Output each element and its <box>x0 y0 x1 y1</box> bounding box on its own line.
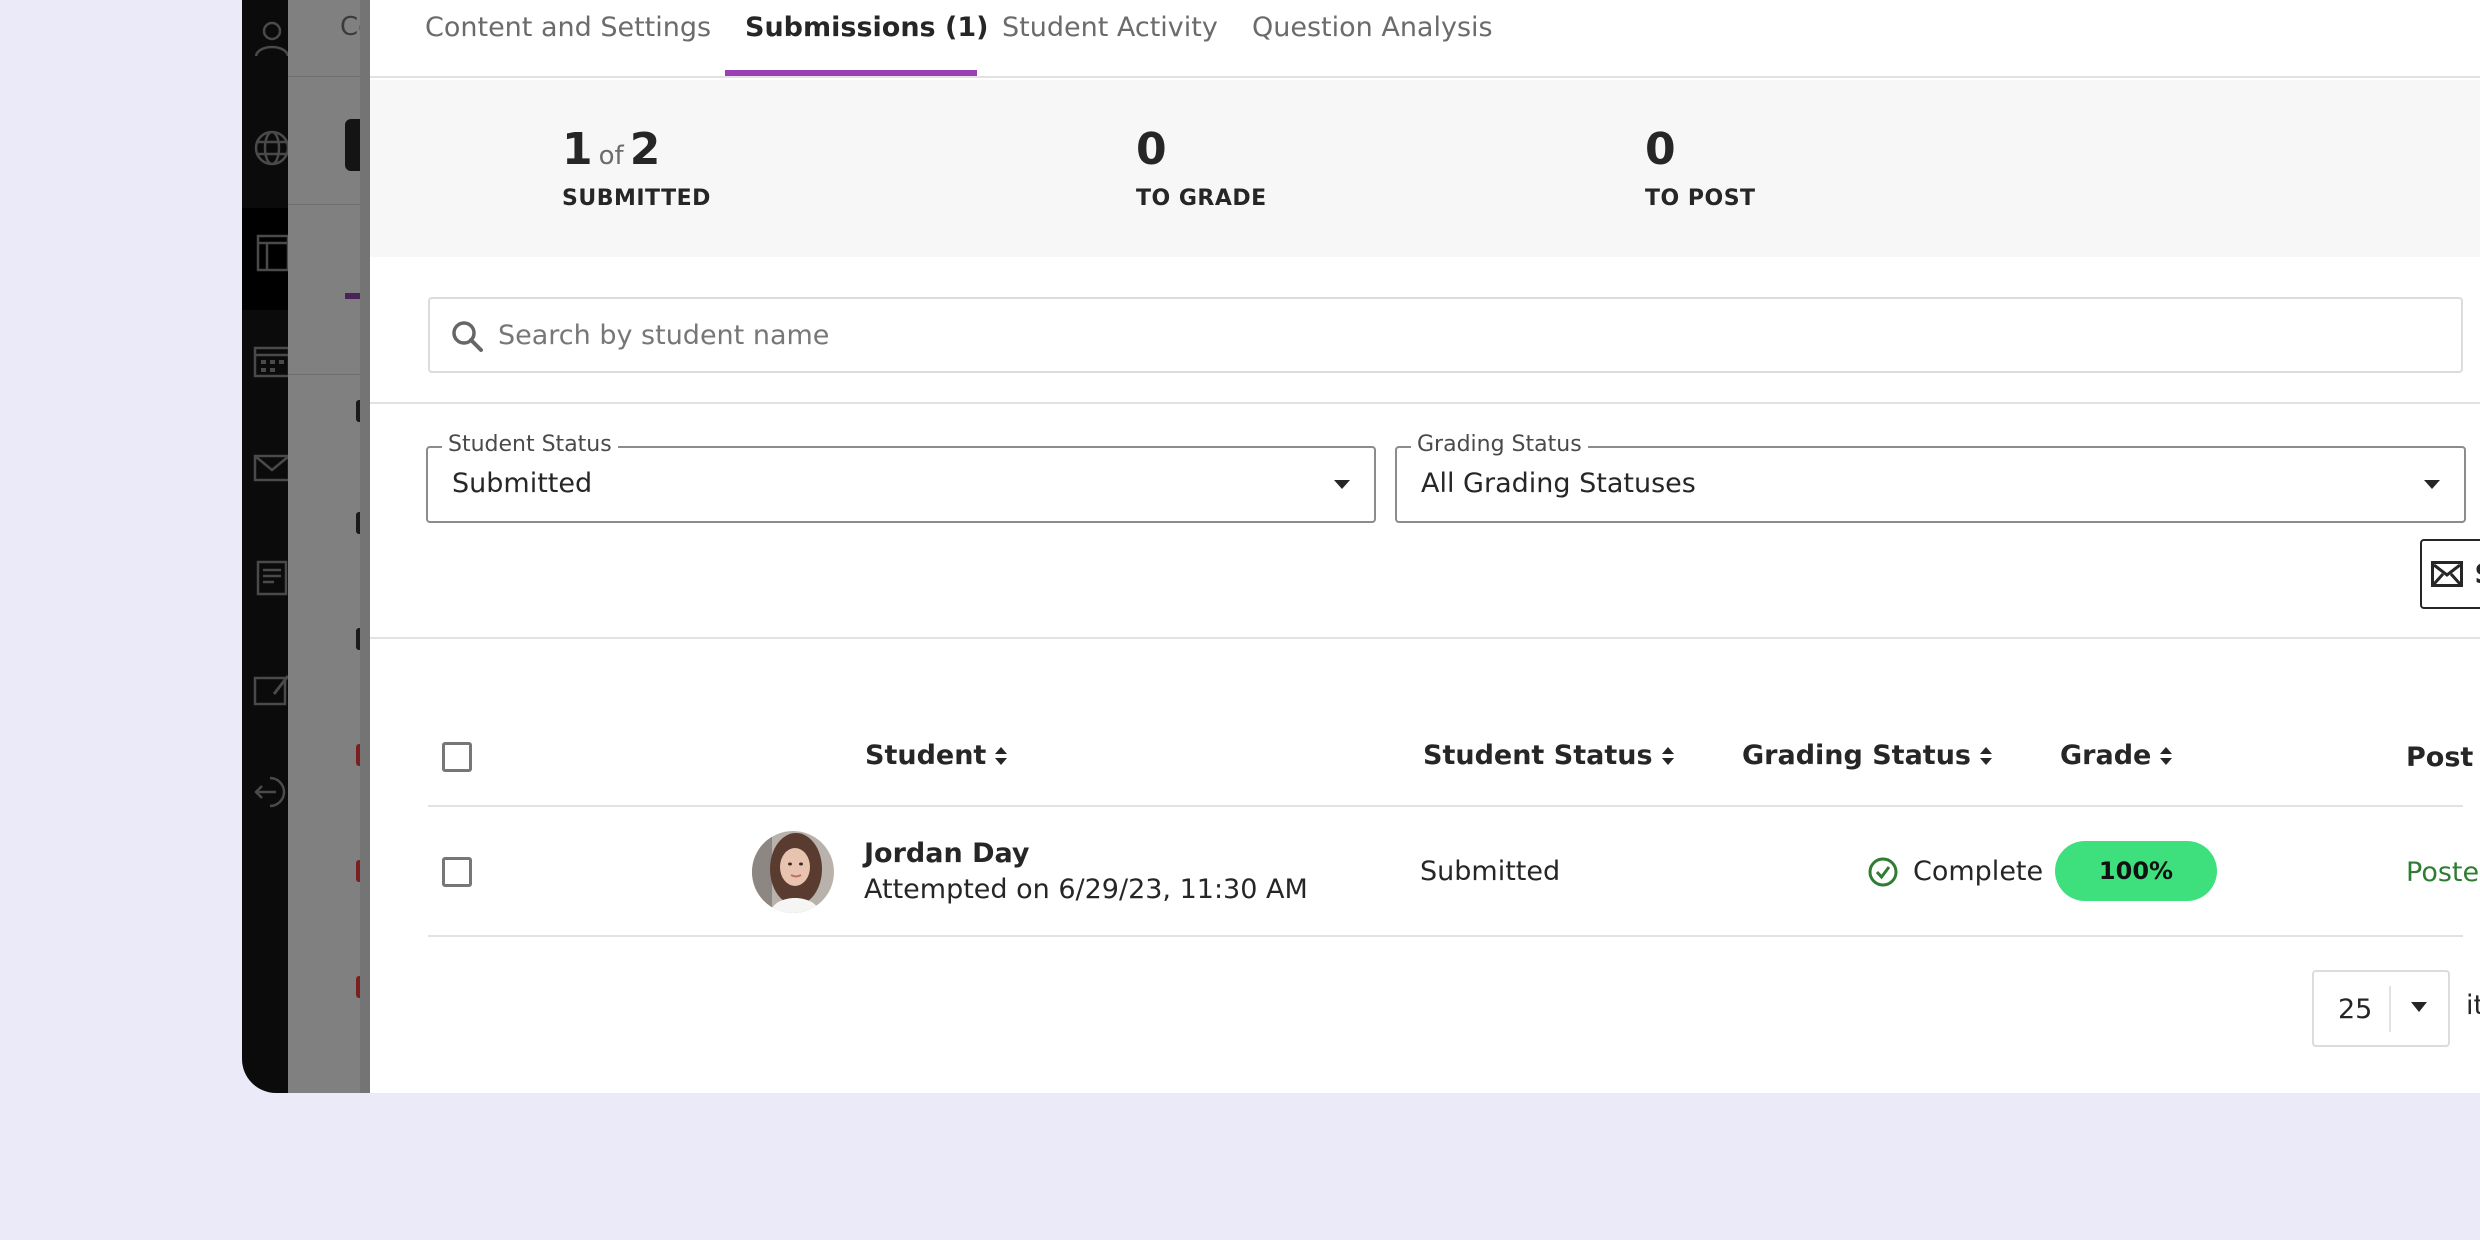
column-header-student-status[interactable]: Student Status <box>1423 740 1675 771</box>
tab-question-analysis[interactable]: Question Analysis <box>1252 12 1493 43</box>
grade-value: 100% <box>2098 857 2174 885</box>
app-window: Co Content and Settings Submissions (1) … <box>242 0 2480 1093</box>
grading-status-value: All Grading Statuses <box>1421 468 1696 499</box>
background-divider <box>288 204 360 205</box>
row-select-checkbox[interactable] <box>442 857 472 887</box>
tab-content-and-settings[interactable]: Content and Settings <box>425 12 711 43</box>
column-header-grading-status[interactable]: Grading Status <box>1742 740 1993 771</box>
grading-status-select[interactable]: Grading Status All Grading Statuses <box>1395 432 2466 523</box>
submitted-label: SUBMITTED <box>562 186 711 211</box>
edit-icon[interactable] <box>252 668 292 708</box>
tab-submissions[interactable]: Submissions (1) <box>745 12 989 43</box>
items-per-page-select[interactable]: 25 <box>2312 970 2450 1047</box>
student-avatar <box>752 831 834 913</box>
submitted-of: of <box>598 141 624 171</box>
stat-submitted: 1 of 2 SUBMITTED <box>562 128 711 212</box>
user-icon[interactable] <box>252 18 292 58</box>
section-divider <box>370 637 2480 639</box>
post-status-cell: Posted <box>2406 857 2480 888</box>
chevron-down-icon <box>2424 480 2440 489</box>
to-grade-label: TO GRADE <box>1136 186 1267 211</box>
background-sidebar <box>242 0 291 1093</box>
check-circle-icon <box>1868 857 1898 887</box>
overlay-shadow-strip <box>360 0 370 1093</box>
send-message-button[interactable]: Send Message <box>2420 539 2480 609</box>
to-grade-count: 0 <box>1136 124 1167 175</box>
student-search <box>428 297 2463 373</box>
chevron-down-icon <box>2411 1002 2427 1012</box>
submitted-total: 2 <box>629 124 661 175</box>
stat-to-post: 0 TO POST <box>1645 124 1756 212</box>
column-header-grade[interactable]: Grade <box>2060 740 2173 771</box>
student-name[interactable]: Jordan Day <box>864 838 1029 869</box>
sort-icon <box>1661 746 1674 765</box>
student-status-select[interactable]: Student Status Submitted <box>426 432 1376 523</box>
column-header-student-status-label: Student Status <box>1423 740 1653 771</box>
sign-out-icon[interactable] <box>252 772 292 812</box>
sort-icon <box>995 746 1008 765</box>
items-per-page-label: items per page <box>2466 990 2480 1021</box>
submitted-count: 1 <box>562 124 593 175</box>
chevron-down-icon <box>1334 480 1350 489</box>
to-post-count: 0 <box>1645 124 1676 175</box>
grades-icon[interactable] <box>252 558 292 598</box>
student-status-cell: Submitted <box>1420 856 1561 887</box>
column-header-grading-status-label: Grading Status <box>1742 740 1971 771</box>
sort-icon <box>2160 746 2173 765</box>
submissions-panel: Content and Settings Submissions (1) Stu… <box>370 0 2480 1093</box>
grading-status-cell: Complete <box>1913 856 2044 887</box>
send-message-label: Send Message <box>2475 559 2480 590</box>
courses-icon[interactable] <box>252 232 292 272</box>
select-separator <box>2389 986 2391 1032</box>
column-header-student-label: Student <box>865 740 987 771</box>
header-row-divider <box>428 805 2463 807</box>
column-header-post-label: Post <box>2406 742 2474 773</box>
mail-icon <box>2430 561 2463 587</box>
background-divider <box>288 374 360 375</box>
background-divider <box>288 76 360 77</box>
grading-status-label: Grading Status <box>1411 432 1588 457</box>
search-input[interactable] <box>498 299 2398 371</box>
active-tab-indicator <box>725 70 977 76</box>
row-divider <box>428 935 2463 937</box>
search-icon <box>452 321 483 352</box>
globe-icon[interactable] <box>252 128 292 168</box>
student-status-label: Student Status <box>442 432 618 457</box>
messages-icon[interactable] <box>252 448 292 488</box>
stat-to-grade: 0 TO GRADE <box>1136 124 1267 212</box>
column-header-post[interactable]: Post <box>2406 742 2480 773</box>
tab-bar: Content and Settings Submissions (1) Stu… <box>370 0 2480 78</box>
tab-student-activity[interactable]: Student Activity <box>1002 12 1218 43</box>
attempt-date: Attempted on 6/29/23, 11:30 AM <box>864 874 1308 905</box>
sort-icon <box>1980 746 1992 765</box>
section-divider <box>370 402 2480 404</box>
grade-pill[interactable]: 100% <box>2055 841 2217 901</box>
column-header-grade-label: Grade <box>2060 740 2152 771</box>
column-header-student[interactable]: Student <box>865 740 1008 771</box>
select-all-checkbox[interactable] <box>442 742 472 772</box>
to-post-label: TO POST <box>1645 186 1756 211</box>
submission-stats: 1 of 2 SUBMITTED 0 TO GRADE 0 TO POST <box>370 80 2480 257</box>
calendar-icon[interactable] <box>252 340 292 380</box>
background-overlay[interactable]: Co <box>288 0 375 1093</box>
student-status-value: Submitted <box>452 468 593 499</box>
items-per-page-value: 25 <box>2338 994 2373 1025</box>
